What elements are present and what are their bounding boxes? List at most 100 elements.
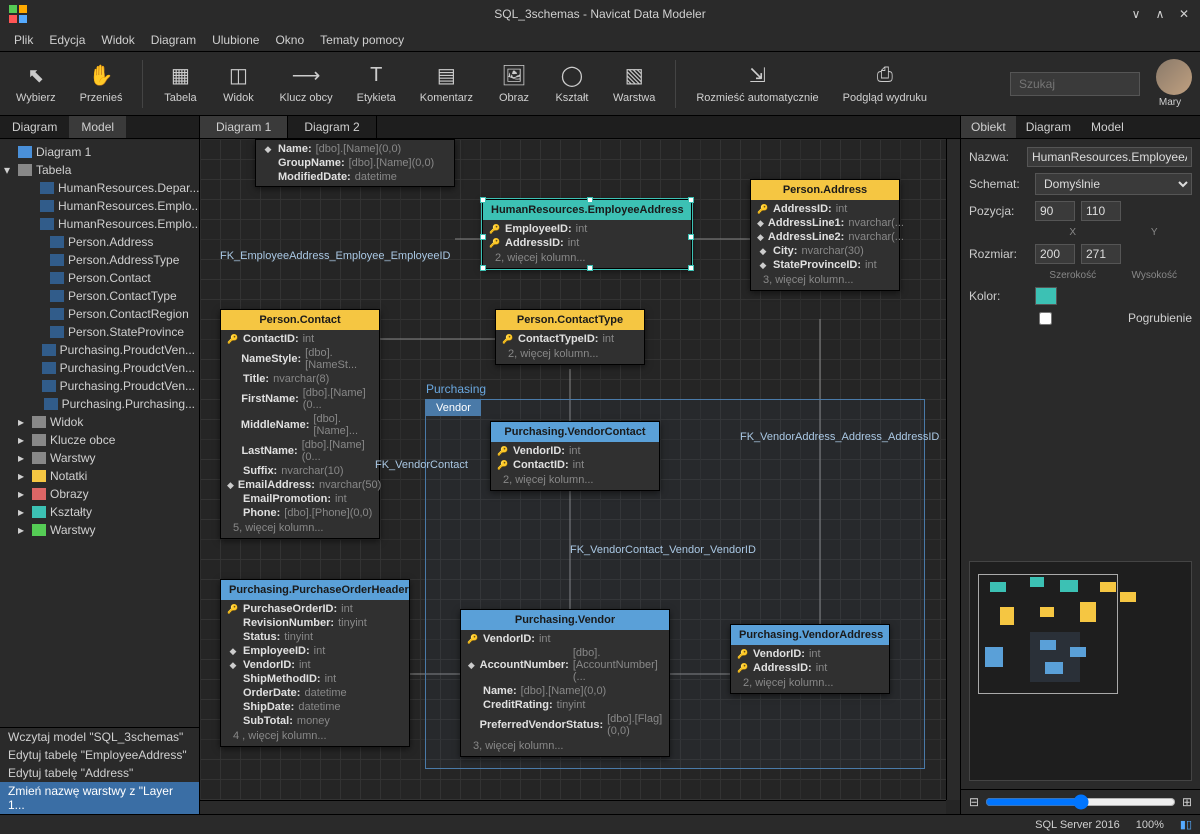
more-columns[interactable]: 2, więcej kolumn... — [491, 472, 659, 488]
entity-ctype[interactable]: Person.ContactType 🔑ContactTypeID: int2, … — [495, 309, 645, 365]
minimap[interactable] — [969, 561, 1192, 781]
more-columns[interactable]: 2, więcej kolumn... — [496, 346, 644, 362]
tool-view[interactable]: ◫Widok — [213, 60, 263, 108]
tool-print[interactable]: ⎙Podgląd wydruku — [835, 60, 935, 108]
history-item[interactable]: Wczytaj model "SQL_3schemas" — [0, 728, 199, 746]
bold-checkbox[interactable] — [969, 312, 1122, 325]
entity-field[interactable]: 🔑ContactID: int — [221, 332, 379, 346]
entity-field[interactable]: RevisionNumber: tinyint — [221, 616, 409, 630]
entity-field[interactable]: EmailPromotion: int — [221, 492, 379, 506]
canvas-tab[interactable]: Diagram 1 — [200, 116, 288, 138]
nazwa-input[interactable] — [1027, 147, 1192, 167]
entity-header[interactable]: Person.ContactType — [496, 310, 644, 330]
tool-note[interactable]: ▤Komentarz — [412, 60, 481, 108]
tree-table-item[interactable]: Person.StateProvince — [0, 323, 199, 341]
tree-table-item[interactable]: Purchasing.ProudctVen... — [0, 377, 199, 395]
canvas-tab[interactable]: Diagram 2 — [288, 116, 376, 138]
history-item[interactable]: Zmień nazwę warstwy z "Layer 1... — [0, 782, 199, 814]
model-tree[interactable]: Diagram 1▾TabelaHumanResources.Depar...H… — [0, 139, 199, 727]
entity-field[interactable]: 🔑PurchaseOrderID: int — [221, 602, 409, 616]
tree-table-item[interactable]: Purchasing.ProudctVen... — [0, 359, 199, 377]
tree-table-item[interactable]: Person.AddressType — [0, 251, 199, 269]
entity-vaddr[interactable]: Purchasing.VendorAddress🔑VendorID: int🔑A… — [730, 624, 890, 694]
zoom-out-icon[interactable]: ⊟ — [969, 795, 979, 809]
entity-field[interactable]: 🔑AddressID: int — [751, 202, 899, 216]
entity-field[interactable]: Suffix: nvarchar(10) — [221, 464, 379, 478]
entity-addr[interactable]: Person.Address🔑AddressID: int◆AddressLin… — [750, 179, 900, 291]
resize-handle[interactable] — [587, 197, 593, 203]
tree-table-item[interactable]: Person.ContactRegion — [0, 305, 199, 323]
entity-field[interactable]: LastName: [dbo].[Name](0... — [221, 438, 379, 464]
entity-field[interactable]: 🔑VendorID: int — [461, 632, 669, 646]
entity-field[interactable]: NameStyle: [dbo].[NameSt... — [221, 346, 379, 372]
entity-field[interactable]: ◆VendorID: int — [221, 658, 409, 672]
entity-field[interactable]: Phone: [dbo].[Phone](0,0) — [221, 506, 379, 520]
entity-vcontact[interactable]: Purchasing.VendorContact🔑VendorID: int🔑C… — [490, 421, 660, 491]
entity-field[interactable]: 🔑EmployeeID: int — [483, 222, 691, 236]
tool-label[interactable]: TEtykieta — [349, 60, 404, 108]
entity-field[interactable]: SubTotal: money — [221, 714, 409, 728]
resize-handle[interactable] — [688, 234, 694, 240]
entity-field[interactable]: OrderDate: datetime — [221, 686, 409, 700]
more-columns[interactable]: 2, więcej kolumn... — [483, 250, 691, 266]
tree-layer[interactable]: ▸Warstwy — [0, 449, 199, 467]
prop-tab-model[interactable]: Model — [1081, 116, 1134, 138]
tree-table-item[interactable]: Purchasing.ProudctVen... — [0, 341, 199, 359]
resize-handle[interactable] — [688, 197, 694, 203]
status-layout-icon[interactable]: ▮▯ — [1180, 818, 1192, 831]
left-tab-model[interactable]: Model — [69, 116, 126, 138]
entity-field[interactable]: ◆AddressLine1: nvarchar(... — [751, 216, 899, 230]
resize-handle[interactable] — [587, 265, 593, 271]
prop-tab-diagram[interactable]: Diagram — [1016, 116, 1081, 138]
resize-handle[interactable] — [480, 234, 486, 240]
resize-handle[interactable] — [480, 265, 486, 271]
entity-field[interactable]: ◆StateProvinceID: int — [751, 258, 899, 272]
entity-field[interactable]: 🔑ContactTypeID: int — [496, 332, 644, 346]
color-swatch[interactable] — [1035, 287, 1057, 305]
tool-hand[interactable]: ✋Przenieś — [72, 60, 131, 108]
left-tab-diagram[interactable]: Diagram — [0, 116, 69, 138]
entity-field[interactable]: FirstName: [dbo].[Name](0... — [221, 386, 379, 412]
more-columns[interactable]: 5, więcej kolumn... — [221, 520, 379, 536]
entity-field[interactable]: GroupName: [dbo].[Name](0,0) — [256, 156, 454, 170]
history-item[interactable]: Edytuj tabelę "EmployeeAddress" — [0, 746, 199, 764]
vertical-scrollbar[interactable] — [946, 139, 960, 800]
pos-y-input[interactable] — [1081, 201, 1121, 221]
entity-field[interactable]: ◆AddressLine2: nvarchar(... — [751, 230, 899, 244]
tree-table-item[interactable]: HumanResources.Emplo... — [0, 215, 199, 233]
entity-field[interactable]: 🔑AddressID: int — [483, 236, 691, 250]
entity-field[interactable]: MiddleName: [dbo].[Name]... — [221, 412, 379, 438]
prop-tab-obiekt[interactable]: Obiekt — [961, 116, 1016, 138]
horizontal-scrollbar[interactable] — [200, 800, 946, 814]
tree-image[interactable]: ▸Obrazy — [0, 485, 199, 503]
entity-field[interactable]: 🔑ContactID: int — [491, 458, 659, 472]
entity-field[interactable]: ◆Name: [dbo].[Name](0,0) — [256, 142, 454, 156]
entity-field[interactable]: ◆City: nvarchar(30) — [751, 244, 899, 258]
schemat-select[interactable]: Domyślnie — [1035, 173, 1192, 195]
entity-field[interactable]: Name: [dbo].[Name](0,0) — [461, 684, 669, 698]
entity-header[interactable]: Purchasing.VendorAddress — [731, 625, 889, 645]
entity-field[interactable]: CreditRating: tinyint — [461, 698, 669, 712]
tree-table-item[interactable]: Person.ContactType — [0, 287, 199, 305]
tool-fk[interactable]: ⟶Klucz obcy — [271, 60, 340, 108]
entity-header[interactable]: Purchasing.VendorContact — [491, 422, 659, 442]
entity-field[interactable]: ModifiedDate: datetime — [256, 170, 454, 184]
entity-field[interactable]: ◆EmailAddress: nvarchar(50) — [221, 478, 379, 492]
layer-tab[interactable]: Vendor — [426, 400, 481, 416]
menu-okno[interactable]: Okno — [269, 31, 310, 49]
entity-field[interactable]: PreferredVendorStatus: [dbo].[Flag](0,0) — [461, 712, 669, 738]
minimap-viewport[interactable] — [978, 574, 1118, 694]
entity-header[interactable]: Purchasing.PurchaseOrderHeader — [221, 580, 409, 600]
entity-contact[interactable]: Person.Contact🔑ContactID: intNameStyle: … — [220, 309, 380, 539]
menu-edycja[interactable]: Edycja — [43, 31, 91, 49]
size-w-input[interactable] — [1035, 244, 1075, 264]
entity-field[interactable]: Title: nvarchar(8) — [221, 372, 379, 386]
entity-field[interactable]: Status: tinyint — [221, 630, 409, 644]
tool-auto[interactable]: ⇲Rozmieść automatycznie — [688, 60, 826, 108]
diagram-canvas[interactable]: Purchasing Vendor ◆Name: [dbo].[Name](0,… — [200, 139, 960, 814]
tree-table-item[interactable]: HumanResources.Emplo... — [0, 197, 199, 215]
menu-tematy pomocy[interactable]: Tematy pomocy — [314, 31, 410, 49]
tree-view[interactable]: ▸Widok — [0, 413, 199, 431]
entity-field[interactable]: ShipMethodID: int — [221, 672, 409, 686]
more-columns[interactable]: 3, więcej kolumn... — [751, 272, 899, 288]
